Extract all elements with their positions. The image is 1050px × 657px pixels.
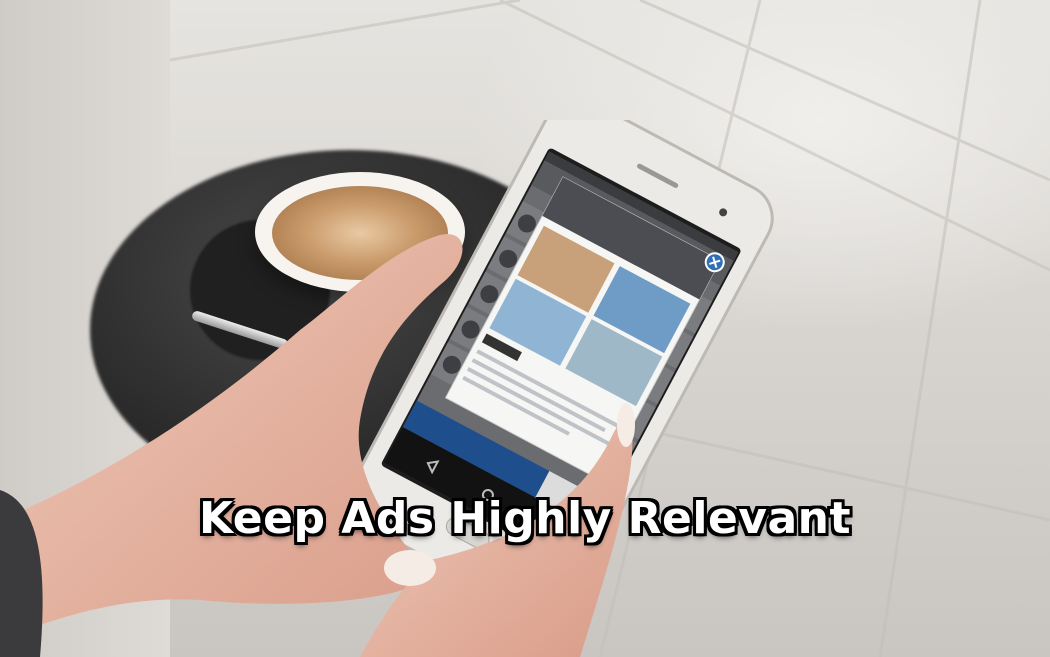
caption-text: Keep Ads Highly Relevant	[198, 493, 852, 544]
photo-scene	[0, 0, 1050, 657]
smartphone	[348, 120, 774, 618]
